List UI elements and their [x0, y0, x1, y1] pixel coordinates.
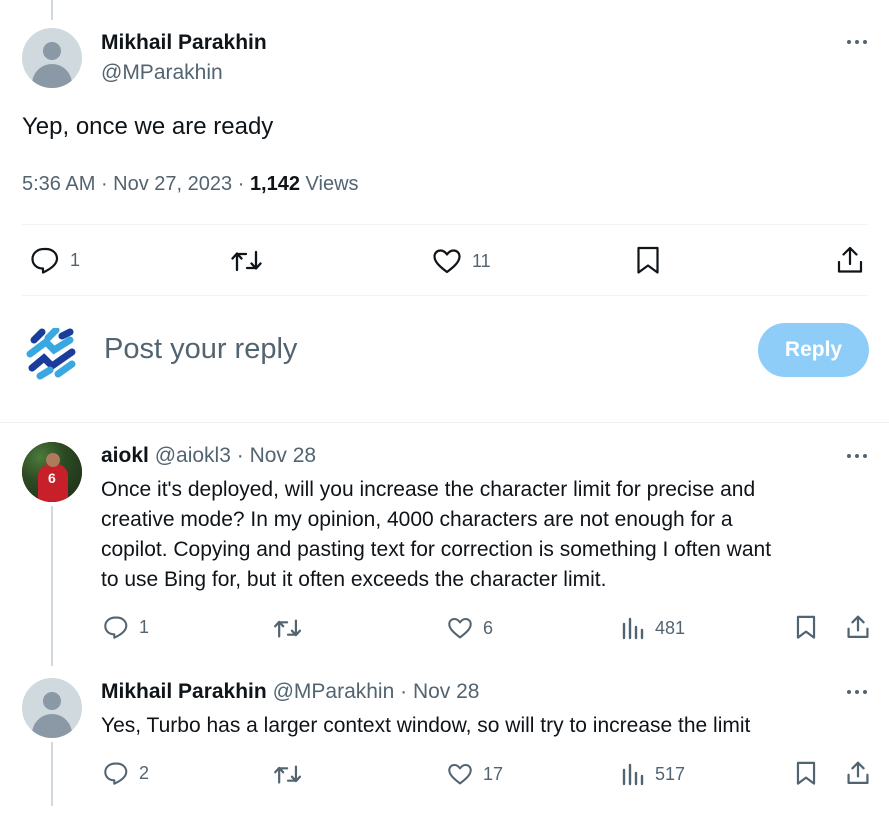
reply-icon [31, 247, 59, 274]
reply-2-reply-button[interactable]: 2 [103, 761, 149, 785]
main-share-button[interactable] [836, 245, 864, 275]
main-like-count: 11 [472, 250, 491, 271]
reply-2-author-handle[interactable]: @MParakhin [273, 680, 395, 703]
main-tweet-time[interactable]: 5:36 AM [22, 173, 95, 195]
reply-1-like-button[interactable]: 6 [447, 616, 493, 640]
reply-1-author-name[interactable]: aiokl [101, 444, 149, 467]
reply-2-header: Mikhail Parakhin @MParakhin · Nov 28 [101, 680, 480, 704]
views-icon [622, 617, 644, 640]
meta-separator: · [95, 173, 114, 195]
reply-2-reply-count: 2 [139, 762, 150, 783]
reply-1-separator: · [230, 444, 250, 467]
reply-icon [104, 762, 128, 785]
like-icon [433, 249, 461, 274]
share-icon [837, 246, 863, 273]
reply-1-text-line: copilot. Copying and pasting text for co… [101, 538, 772, 561]
reply-1-author-handle[interactable]: @aiokl3 [155, 444, 231, 467]
reply-1-date[interactable]: Nov 28 [250, 444, 317, 467]
reply-1-avatar[interactable]: 6 [22, 442, 82, 502]
main-tweet-avatar[interactable] [22, 28, 82, 88]
retweet-icon [274, 619, 302, 638]
thread-connector-top [51, 0, 53, 20]
reply-2-date[interactable]: Nov 28 [413, 680, 480, 703]
reply-2-views-button[interactable]: 517 [621, 762, 685, 786]
reply-1-retweet-button[interactable] [273, 617, 303, 640]
like-icon [448, 617, 472, 639]
reply-2-text-line: Yes, Turbo has a larger context window, … [101, 714, 751, 737]
like-icon [448, 763, 472, 785]
share-icon [847, 761, 869, 784]
meta-separator: · [232, 173, 250, 195]
reply-1-share-button[interactable] [846, 614, 870, 640]
reply-1-bookmark-button[interactable] [795, 614, 817, 640]
reply-1-like-count: 6 [483, 617, 494, 638]
reply-2-avatar[interactable] [22, 678, 82, 738]
reply-1-text-line: creative mode? In my opinion, 4000 chara… [101, 508, 733, 531]
reply-2-retweet-button[interactable] [273, 763, 303, 786]
retweet-icon [231, 250, 262, 272]
reply-2-like-button[interactable]: 17 [447, 762, 503, 786]
views-icon [622, 763, 644, 786]
reply-1-reply-count: 1 [139, 616, 150, 637]
main-tweet-date[interactable]: Nov 27, 2023 [113, 173, 232, 195]
reply-2-bookmark-button[interactable] [795, 760, 817, 786]
reply-1-text: Once it's deployed, will you increase th… [101, 475, 871, 595]
reply-icon [104, 616, 128, 639]
main-tweet-views-count: 1,142 [249, 173, 300, 195]
share-icon [847, 615, 869, 638]
reply-2-like-count: 17 [483, 763, 504, 784]
bookmark-icon [637, 246, 659, 274]
retweet-icon [274, 765, 302, 784]
bookmark-icon [796, 615, 816, 639]
divider [22, 295, 867, 296]
reply-1-header: aiokl @aiokl3 · Nov 28 [101, 444, 316, 468]
reply-composer-input[interactable]: Post your reply [104, 333, 297, 366]
reply-1-text-line: to use Bing for, but it often exceeds th… [101, 568, 607, 591]
reply-1-more-icon[interactable] [845, 446, 871, 466]
main-tweet-meta: 5:36 AM · Nov 27, 2023 · 1,142 Views [22, 173, 359, 196]
main-reply-button[interactable]: 1 [30, 246, 80, 274]
reply-1-avatar-number: 6 [48, 470, 56, 486]
divider [0, 422, 889, 423]
reply-1-reply-button[interactable]: 1 [103, 615, 149, 639]
thread-connector [51, 742, 53, 806]
main-tweet-text: Yep, once we are ready [22, 113, 274, 140]
reply-1-views-count: 481 [655, 617, 686, 638]
reply-2-more-icon[interactable] [845, 682, 871, 702]
main-tweet-author-handle[interactable]: @MParakhin [101, 61, 223, 85]
reply-2-views-count: 517 [655, 763, 686, 784]
main-reply-count: 1 [70, 249, 81, 270]
main-like-button[interactable]: 11 [432, 247, 491, 275]
main-bookmark-button[interactable] [635, 245, 661, 275]
main-tweet-more-icon[interactable] [845, 32, 871, 52]
bookmark-icon [796, 761, 816, 785]
reply-1-views-button[interactable]: 481 [621, 616, 685, 640]
reply-submit-button[interactable]: Reply [758, 323, 869, 377]
thread-connector [51, 506, 53, 666]
reply-1-text-line: Once it's deployed, will you increase th… [101, 478, 756, 501]
main-tweet-author-name[interactable]: Mikhail Parakhin [101, 31, 267, 55]
main-tweet-views-label: Views [300, 173, 359, 195]
divider [22, 224, 867, 225]
reply-2-separator: · [394, 680, 413, 703]
main-retweet-button[interactable] [230, 248, 264, 274]
copilot-logo [26, 326, 78, 380]
reply-2-text: Yes, Turbo has a larger context window, … [101, 711, 871, 741]
reply-2-share-button[interactable] [846, 760, 870, 786]
reply-2-author-name[interactable]: Mikhail Parakhin [101, 680, 267, 703]
